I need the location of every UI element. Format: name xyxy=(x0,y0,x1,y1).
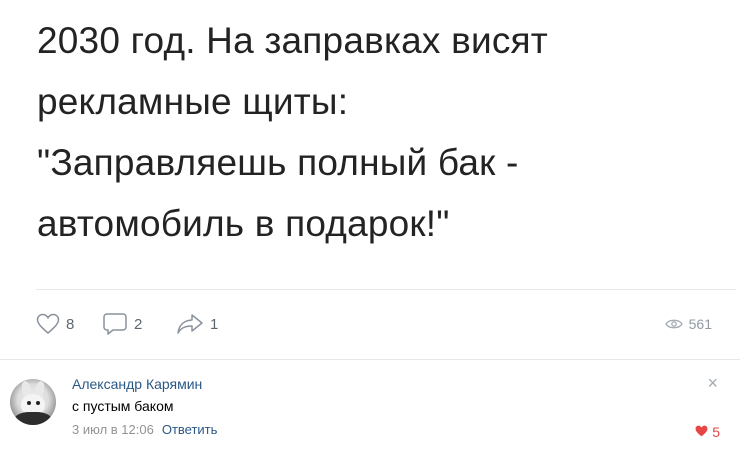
share-arrow-icon xyxy=(176,313,204,335)
heart-filled-icon xyxy=(695,424,708,440)
comment-count: 2 xyxy=(134,315,143,333)
comment-text: с пустым баком xyxy=(72,398,174,414)
heart-icon xyxy=(36,313,60,335)
post-text-line: 2030 год. На заправках висят xyxy=(37,20,548,61)
like-count: 8 xyxy=(66,315,75,333)
views-count: 561 xyxy=(688,316,712,332)
comment-like-button[interactable]: 5 xyxy=(695,424,720,440)
post-text-line: автомобиль в подарок!" xyxy=(37,203,450,244)
post-actions-bar: 8 2 1 561 xyxy=(36,306,726,342)
avatar-eye xyxy=(36,401,40,405)
comment-icon xyxy=(102,312,128,336)
comment-meta: 3 июл в 12:06 Ответить xyxy=(72,422,217,437)
reply-button[interactable]: Ответить xyxy=(162,422,218,437)
comment-author-link[interactable]: Александр Карямин xyxy=(72,376,202,392)
avatar-body xyxy=(14,412,52,425)
avatar-eye xyxy=(27,401,31,405)
avatar[interactable] xyxy=(10,379,56,425)
comment-date[interactable]: 3 июл в 12:06 xyxy=(72,422,154,437)
post-text-line: рекламные щиты: xyxy=(37,81,349,122)
share-count: 1 xyxy=(210,315,219,333)
close-icon[interactable]: × xyxy=(707,374,718,392)
share-button[interactable]: 1 xyxy=(176,306,218,342)
views-counter: 561 xyxy=(664,306,712,342)
post-divider xyxy=(36,289,736,290)
post-text-line: "Заправляешь полный бак - xyxy=(37,142,519,183)
eye-icon xyxy=(664,318,683,330)
like-button[interactable]: 8 xyxy=(36,306,74,342)
comment-like-count: 5 xyxy=(712,424,720,440)
comment-item: Александр Карямин с пустым баком 3 июл в… xyxy=(0,360,740,461)
post-text: 2030 год. На заправках висят рекламные щ… xyxy=(37,10,717,254)
comment-button[interactable]: 2 xyxy=(102,306,142,342)
